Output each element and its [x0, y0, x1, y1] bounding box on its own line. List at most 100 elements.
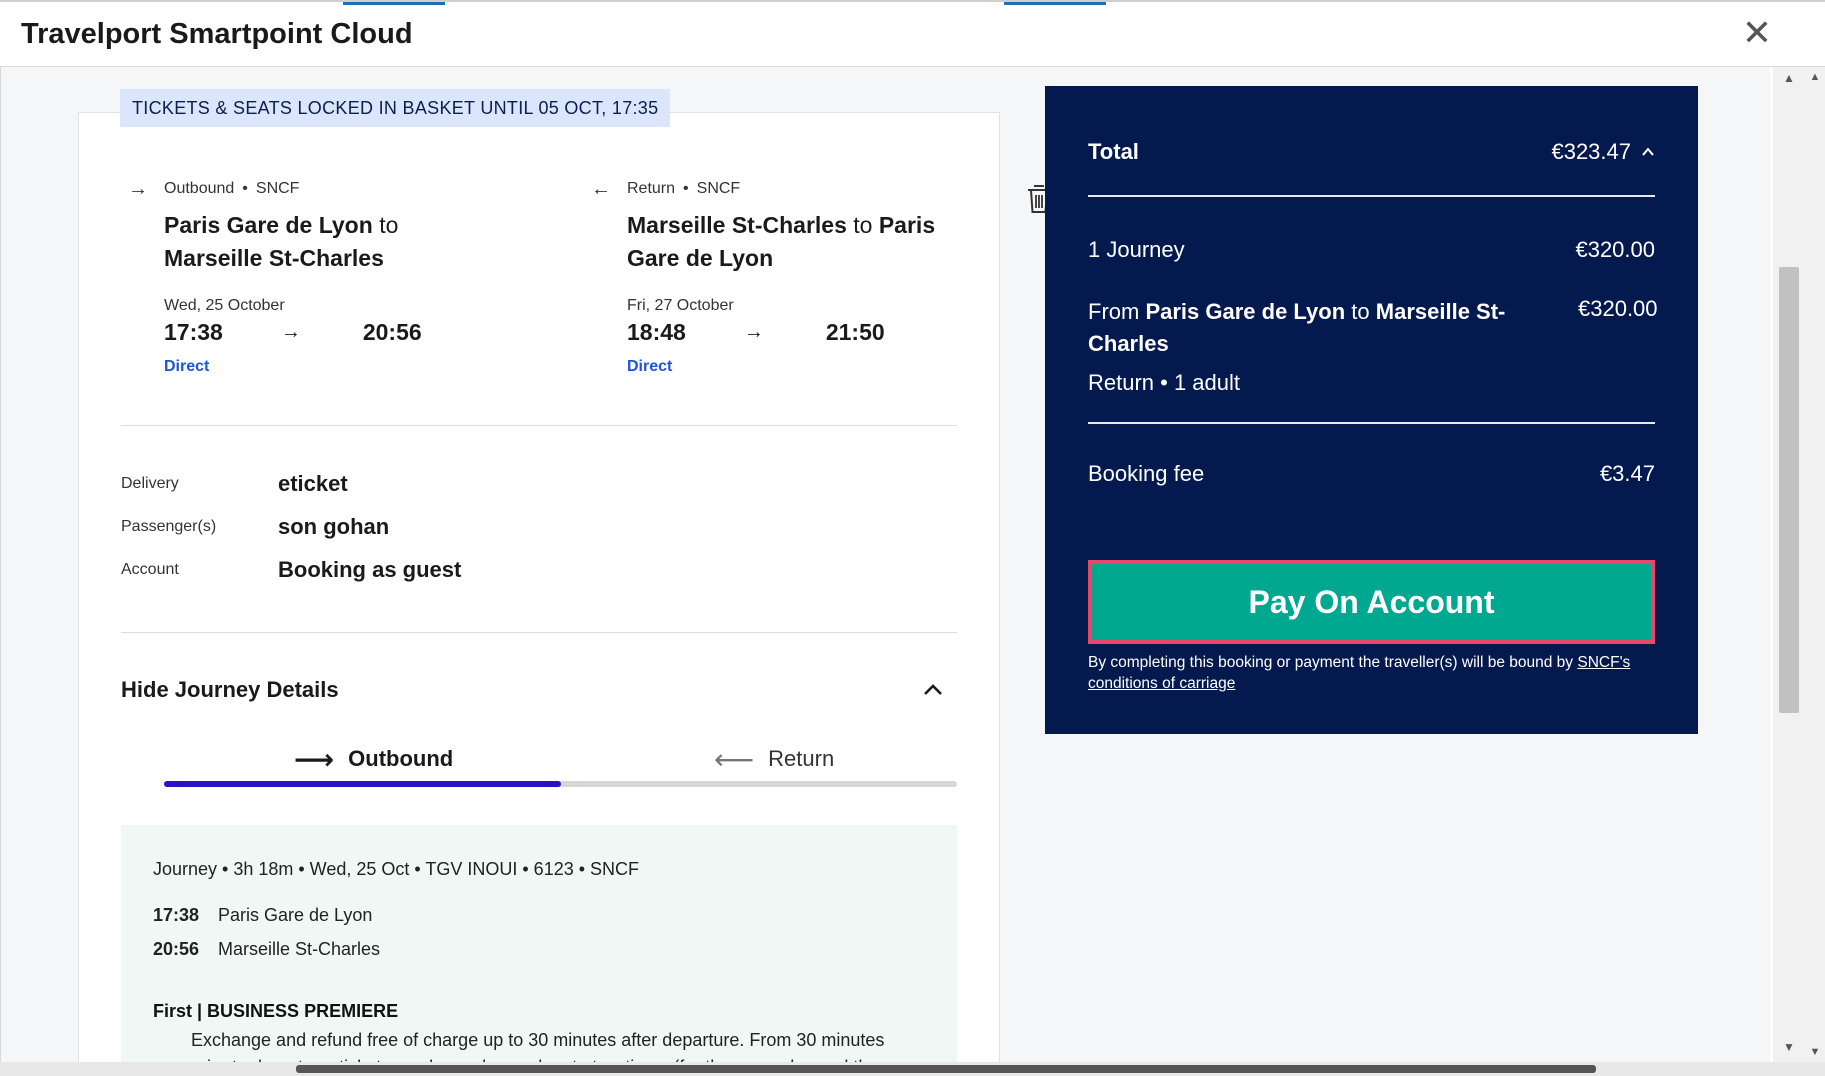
total-amount: €323.47	[1551, 139, 1655, 165]
delivery-value: eticket	[278, 471, 348, 496]
leg-connector: to	[853, 212, 873, 238]
divider	[1088, 195, 1655, 197]
direct-link[interactable]: Direct	[627, 358, 951, 376]
scroll-up-icon[interactable]: ▲	[1805, 71, 1825, 83]
leg-origin: Marseille St-Charles	[627, 212, 847, 238]
journey-stop: 17:38 Paris Gare de Lyon	[153, 905, 372, 926]
return-leg: ← Return • SNCF Marseille St-Charles to …	[591, 177, 951, 376]
tab-accent	[343, 2, 445, 5]
leg-route: Paris Gare de Lyon to Marseille St-Charl…	[164, 209, 488, 275]
passenger-label: Passenger(s)	[121, 518, 217, 535]
close-icon[interactable]: ✕	[1740, 15, 1774, 51]
arrow-left-icon: ⟵	[714, 743, 755, 775]
delivery-label: Delivery	[121, 475, 179, 492]
trip-info: Return • 1 adult	[1088, 370, 1241, 395]
total-row[interactable]: Total €323.47	[1088, 139, 1655, 165]
divider	[1088, 422, 1655, 424]
horizontal-scrollbar[interactable]	[0, 1062, 1825, 1076]
divider	[121, 632, 957, 633]
stop-time: 17:38	[153, 905, 200, 925]
route-price: €320.00	[1578, 296, 1658, 321]
tab-label: Return	[768, 746, 835, 771]
depart-time: 18:48	[627, 319, 686, 345]
leg-route: Marseille St-Charles to Paris Gare de Ly…	[627, 209, 951, 275]
terms-text: By completing this booking or payment th…	[1088, 654, 1574, 671]
leg-connector: to	[379, 212, 399, 238]
journey-route-summary: From Paris Gare de Lyon to Marseille St-…	[1088, 296, 1508, 360]
separator-dot: •	[683, 180, 689, 197]
journeys-row: 1 Journey €320.00	[1088, 237, 1655, 263]
outer-scrollbar[interactable]: ▲ ▼	[1805, 67, 1825, 1062]
outbound-leg: → Outbound • SNCF Paris Gare de Lyon to …	[128, 177, 488, 376]
journey-tabs: ⟶ Outbound ⟵ Return	[164, 738, 957, 788]
arrow-right-icon: →	[128, 177, 148, 200]
delivery-row: Delivery eticket	[121, 471, 348, 497]
main-content: → Outbound • SNCF Paris Gare de Lyon to …	[0, 67, 1770, 1067]
scroll-up-icon[interactable]: ▲	[1773, 71, 1805, 89]
journey-details: Journey • 3h 18m • Wed, 25 Oct • TGV INO…	[121, 825, 957, 1067]
arrow-right-icon: →	[743, 321, 764, 343]
booking-fee-row: Booking fee €3.47	[1088, 461, 1655, 487]
from-prefix: From	[1088, 299, 1140, 324]
journey-summary: Journey • 3h 18m • Wed, 25 Oct • TGV INO…	[153, 859, 640, 879]
inner-scrollbar[interactable]: ▲ ▼	[1773, 67, 1805, 1062]
title-bar: Travelport Smartpoint Cloud ✕	[0, 0, 1825, 67]
leg-carrier: SNCF	[696, 180, 741, 197]
arrow-right-icon: →	[280, 321, 301, 343]
journey-stop: 20:56 Marseille St-Charles	[153, 939, 380, 960]
leg-date: Wed, 25 October	[164, 297, 285, 314]
leg-direction: Outbound	[164, 180, 235, 197]
leg-direction: Return	[627, 180, 676, 197]
direct-link[interactable]: Direct	[164, 358, 488, 376]
depart-time: 17:38	[164, 319, 223, 345]
price-summary-panel: Total €323.47 1 Journey €320.00 From Par…	[1045, 86, 1698, 734]
fee-label: Booking fee	[1088, 461, 1205, 486]
arrive-time: 20:56	[362, 319, 422, 345]
stop-station: Paris Gare de Lyon	[218, 905, 373, 925]
scrollbar-thumb[interactable]	[1779, 267, 1799, 713]
account-value: Booking as guest	[278, 557, 462, 582]
passenger-value: son gohan	[278, 514, 390, 539]
account-row: Account Booking as guest	[121, 557, 461, 583]
chevron-up-icon	[1642, 147, 1654, 156]
terms-notice: By completing this booking or payment th…	[1088, 652, 1655, 694]
from-origin: Paris Gare de Lyon	[1145, 299, 1346, 324]
leg-origin: Paris Gare de Lyon	[164, 212, 373, 238]
total-label: Total	[1088, 139, 1139, 164]
leg-times: 17:38 → 20:56	[164, 319, 488, 346]
leg-carrier: SNCF	[255, 180, 300, 197]
arrow-right-icon: ⟶	[294, 743, 335, 775]
tab-label: Outbound	[348, 746, 454, 771]
arrow-left-icon: ←	[591, 177, 611, 200]
separator-dot: •	[242, 180, 248, 197]
account-label: Account	[121, 561, 179, 578]
fare-class-title: First | BUSINESS PREMIERE	[153, 1001, 399, 1021]
scroll-down-icon[interactable]: ▼	[1773, 1040, 1805, 1058]
toggle-label: Hide Journey Details	[121, 677, 339, 702]
pay-on-account-button[interactable]: Pay On Account	[1088, 560, 1655, 644]
passenger-row: Passenger(s) son gohan	[121, 514, 389, 540]
leg-destination: Marseille St-Charles	[164, 245, 384, 271]
tab-indicator-active	[164, 781, 561, 787]
tab-accent	[1004, 2, 1106, 5]
fare-conditions: Exchange and refund free of charge up to…	[191, 1030, 885, 1067]
scrollbar-thumb[interactable]	[296, 1065, 1596, 1073]
hide-journey-details-toggle[interactable]: Hide Journey Details	[121, 670, 957, 710]
tab-return[interactable]: ⟵ Return	[714, 738, 834, 780]
basket-lock-banner: TICKETS & SEATS LOCKED IN BASKET UNTIL 0…	[120, 89, 671, 127]
stop-time: 20:56	[153, 939, 200, 959]
stop-station: Marseille St-Charles	[218, 939, 381, 959]
arrive-time: 21:50	[825, 319, 885, 345]
divider	[121, 425, 957, 426]
journeys-label: 1 Journey	[1088, 237, 1185, 262]
scroll-down-icon[interactable]: ▼	[1805, 1046, 1825, 1058]
journeys-value: €320.00	[1575, 237, 1655, 262]
leg-times: 18:48 → 21:50	[627, 319, 951, 346]
window-title: Travelport Smartpoint Cloud	[21, 18, 413, 50]
leg-date: Fri, 27 October	[627, 297, 734, 314]
chevron-up-icon	[924, 684, 942, 695]
fee-value: €3.47	[1599, 461, 1655, 486]
from-connector: to	[1351, 299, 1370, 324]
tab-outbound[interactable]: ⟶ Outbound	[294, 738, 453, 780]
total-value: €323.47	[1551, 139, 1631, 164]
